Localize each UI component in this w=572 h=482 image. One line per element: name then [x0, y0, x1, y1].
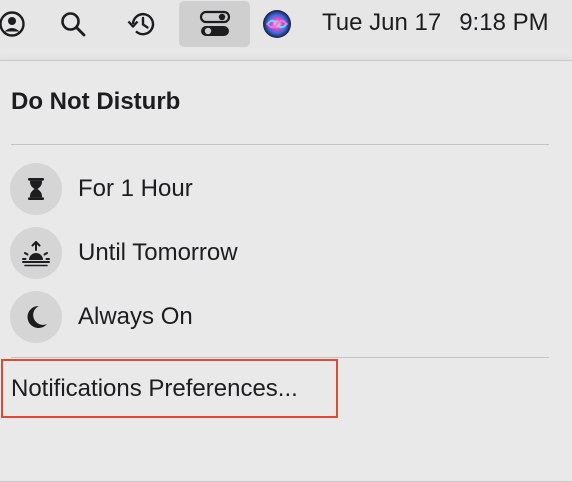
time-machine-icon[interactable]	[124, 0, 160, 48]
option-for-1-hour[interactable]: For 1 Hour	[10, 163, 550, 215]
user-account-icon[interactable]	[0, 0, 28, 48]
divider	[11, 144, 549, 145]
option-label: Until Tomorrow	[78, 239, 238, 266]
sunrise-icon	[10, 227, 62, 279]
menu-bar: Tue Jun 17 9:18 PM	[0, 0, 572, 48]
option-label: Always On	[78, 303, 193, 330]
option-always-on[interactable]: Always On	[10, 291, 550, 343]
hourglass-icon	[10, 163, 62, 215]
control-center-icon[interactable]	[179, 1, 250, 47]
option-label: For 1 Hour	[78, 175, 193, 202]
siri-icon[interactable]	[260, 0, 294, 48]
menu-bar-clock[interactable]: Tue Jun 17 9:18 PM	[322, 0, 549, 46]
notifications-preferences-label: Notifications Preferences...	[11, 374, 298, 402]
notifications-preferences-button[interactable]: Notifications Preferences...	[1, 359, 338, 418]
moon-icon	[10, 291, 62, 343]
divider	[11, 357, 549, 358]
option-until-tomorrow[interactable]: Until Tomorrow	[10, 227, 550, 279]
clock-time: 9:18 PM	[459, 9, 549, 36]
clock-date: Tue Jun 17	[322, 9, 442, 36]
panel-title: Do Not Disturb	[11, 88, 181, 115]
spotlight-search-icon[interactable]	[56, 0, 90, 48]
